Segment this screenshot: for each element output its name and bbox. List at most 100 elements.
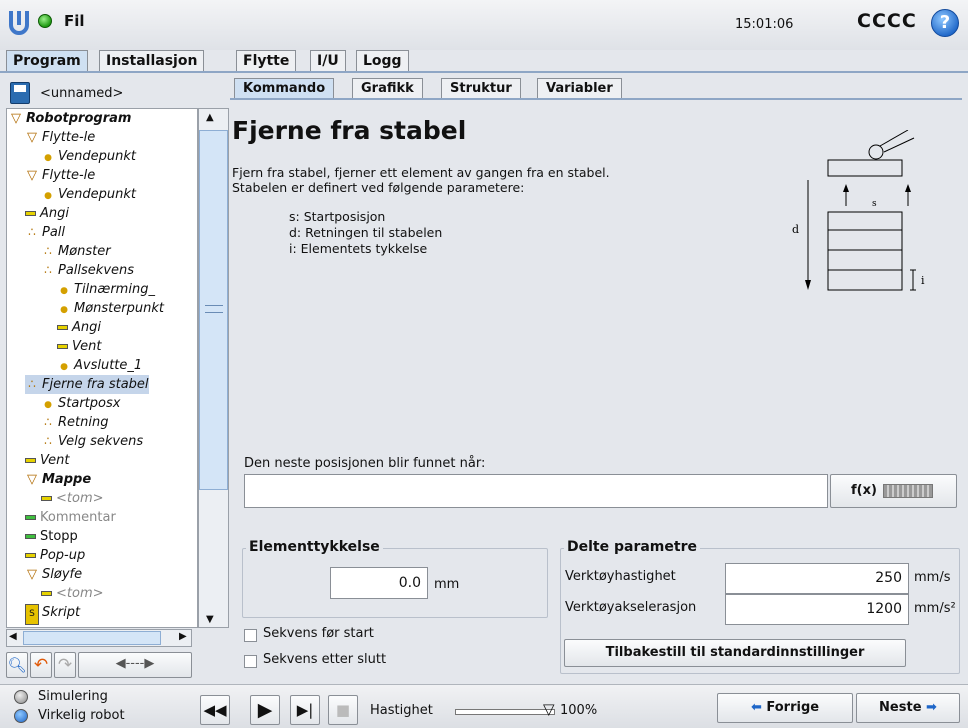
tree-node[interactable]: ● Startposx (41, 394, 120, 413)
tree-node[interactable]: ● Avslutte_1 (57, 356, 142, 375)
line-icon (25, 458, 36, 463)
sequence-after-end-checkbox[interactable] (244, 655, 257, 668)
tree-node[interactable]: ∴ Velg sekvens (41, 432, 143, 451)
tree-node[interactable]: ▽ Robotprogram (9, 109, 131, 128)
tree-node[interactable]: ▽ Mappe (25, 470, 91, 489)
tool-speed-label: Verktøyhastighet (565, 569, 676, 584)
scroll-grip-icon (205, 305, 223, 313)
tree-node-label: Vendepunkt (58, 149, 136, 164)
tree-node-label: Mappe (42, 472, 92, 487)
program-tree[interactable]: ▽ Robotprogram ▽ Flytte-le ● Vendepunkt ▽ Flytt… (6, 108, 198, 628)
top-bar (0, 0, 968, 50)
tab-graphics[interactable]: Grafikk (352, 78, 423, 99)
tree-node[interactable]: S Skript (25, 603, 81, 625)
script-icon: S (25, 604, 39, 625)
hscroll-thumb[interactable] (23, 631, 161, 645)
thickness-unit: mm (434, 577, 460, 592)
line-icon (41, 496, 52, 501)
tree-node[interactable]: ● Vendepunkt (41, 147, 136, 166)
tree-node[interactable]: Angi (25, 204, 69, 223)
tab-move[interactable]: Flytte (236, 50, 297, 72)
tab-variables[interactable]: Variabler (537, 78, 622, 99)
scroll-up-icon[interactable]: ▲ (206, 112, 214, 123)
tree-node[interactable]: ▽ Flytte-le (25, 166, 95, 185)
folder-triangle-icon: ▽ (27, 472, 37, 487)
tree-node[interactable]: ∴ Retning (41, 413, 108, 432)
tree-node[interactable]: ∴ Pall (25, 223, 65, 242)
search-icon[interactable]: 🔍︎ (6, 652, 28, 678)
thickness-input[interactable]: 0.0 (330, 567, 428, 599)
tab-log[interactable]: Logg (356, 50, 409, 72)
undo-icon[interactable]: ↶ (30, 652, 52, 678)
scroll-down-icon[interactable]: ▼ (206, 614, 214, 625)
stop-icon[interactable]: ■ (328, 695, 358, 725)
tab-command[interactable]: Kommando (234, 78, 335, 99)
move-node-icon[interactable]: ◀----▶ (78, 652, 192, 678)
tree-node[interactable]: Vent (57, 337, 101, 356)
tree-node-label: Sløyfe (42, 567, 83, 582)
previous-button[interactable]: ⬅ Forrige (717, 693, 853, 723)
next-button[interactable]: Neste ➡ (856, 693, 960, 723)
diagram-i-label: i (921, 274, 925, 287)
speed-slider-track[interactable] (455, 709, 555, 715)
expression-field[interactable] (244, 474, 828, 508)
tree-node[interactable]: ▽ Flytte-le (25, 128, 95, 147)
help-icon[interactable]: ? (931, 9, 959, 37)
speed-value: 100% (560, 703, 598, 718)
rewind-icon[interactable]: ◀◀ (200, 695, 230, 725)
tab-io[interactable]: I/U (310, 50, 346, 72)
tree-node-label: <tom> (56, 586, 104, 601)
folder-triangle-icon: ▽ (27, 567, 37, 582)
tree-node[interactable]: Stopp (25, 527, 78, 546)
scroll-right-icon[interactable]: ▶ (179, 631, 187, 642)
stack-diagram: d s i (792, 130, 925, 291)
pattern-icon: ∴ (28, 225, 36, 239)
tree-node[interactable]: Vent (25, 451, 69, 470)
tree-node[interactable]: ∴ Mønster (41, 242, 110, 261)
tree-node[interactable]: ● Mønsterpunkt (57, 299, 164, 318)
speed-slider-handle[interactable]: ▽ (543, 700, 555, 718)
reset-defaults-button[interactable]: Tilbakestill til standardinnstillinger (564, 639, 906, 667)
line-icon (25, 515, 36, 520)
play-icon[interactable]: ▶ (250, 695, 280, 725)
redo-icon[interactable]: ↷ (54, 652, 76, 678)
fx-button[interactable]: f(x) (830, 474, 957, 508)
simulation-radio[interactable] (14, 690, 28, 704)
real-robot-radio[interactable] (14, 709, 28, 723)
diagram-d-label: d (792, 223, 799, 236)
next-label: Neste (879, 700, 922, 715)
tree-node-label: Skript (42, 605, 81, 620)
tool-speed-input[interactable]: 250 (725, 563, 909, 594)
tree-node[interactable]: ∴ Fjerne fra stabel (25, 375, 149, 394)
save-icon[interactable] (10, 82, 30, 104)
tree-node[interactable]: Angi (57, 318, 101, 337)
tree-node[interactable]: ● Vendepunkt (41, 185, 136, 204)
tree-node[interactable]: Kommentar (25, 508, 116, 527)
tree-node[interactable]: Pop-up (25, 546, 85, 565)
tree-node[interactable]: ∴ Pallsekvens (41, 261, 134, 280)
sequence-before-start-checkbox[interactable] (244, 629, 257, 642)
scroll-left-icon[interactable]: ◀ (9, 631, 17, 642)
tab-program[interactable]: Program (6, 50, 88, 73)
tree-node[interactable]: <tom> (41, 584, 104, 603)
tree-node[interactable]: ▽ Sløyfe (25, 565, 82, 584)
step-icon[interactable]: ▶| (290, 695, 320, 725)
shared-params-title: Delte parametre (564, 539, 700, 555)
tree-node-label: Avslutte_1 (74, 358, 143, 373)
tree-node-label: Flytte-le (42, 168, 96, 183)
file-menu[interactable]: Fil (64, 12, 85, 30)
tab-structure[interactable]: Struktur (441, 78, 521, 99)
tree-node-label: Vent (40, 453, 70, 468)
tree-node[interactable]: ● Tilnærming_ (57, 280, 155, 299)
description-line-1: Fjern fra stabel, fjerner ett element av… (232, 165, 610, 180)
tree-node-label: Stopp (40, 529, 78, 544)
description-line-2: Stabelen er definert ved følgende parame… (232, 180, 525, 195)
tab-installation[interactable]: Installasjon (99, 50, 205, 72)
tree-node-label: Fjerne fra stabel (42, 377, 149, 392)
robot-status-icon (38, 14, 52, 28)
tree-node-label: <tom> (56, 491, 104, 506)
tree-node[interactable]: <tom> (41, 489, 104, 508)
tool-accel-input[interactable]: 1200 (725, 594, 909, 625)
tree-hscrollbar[interactable]: ◀ ▶ (6, 629, 192, 647)
tree-node-label: Retning (58, 415, 109, 430)
